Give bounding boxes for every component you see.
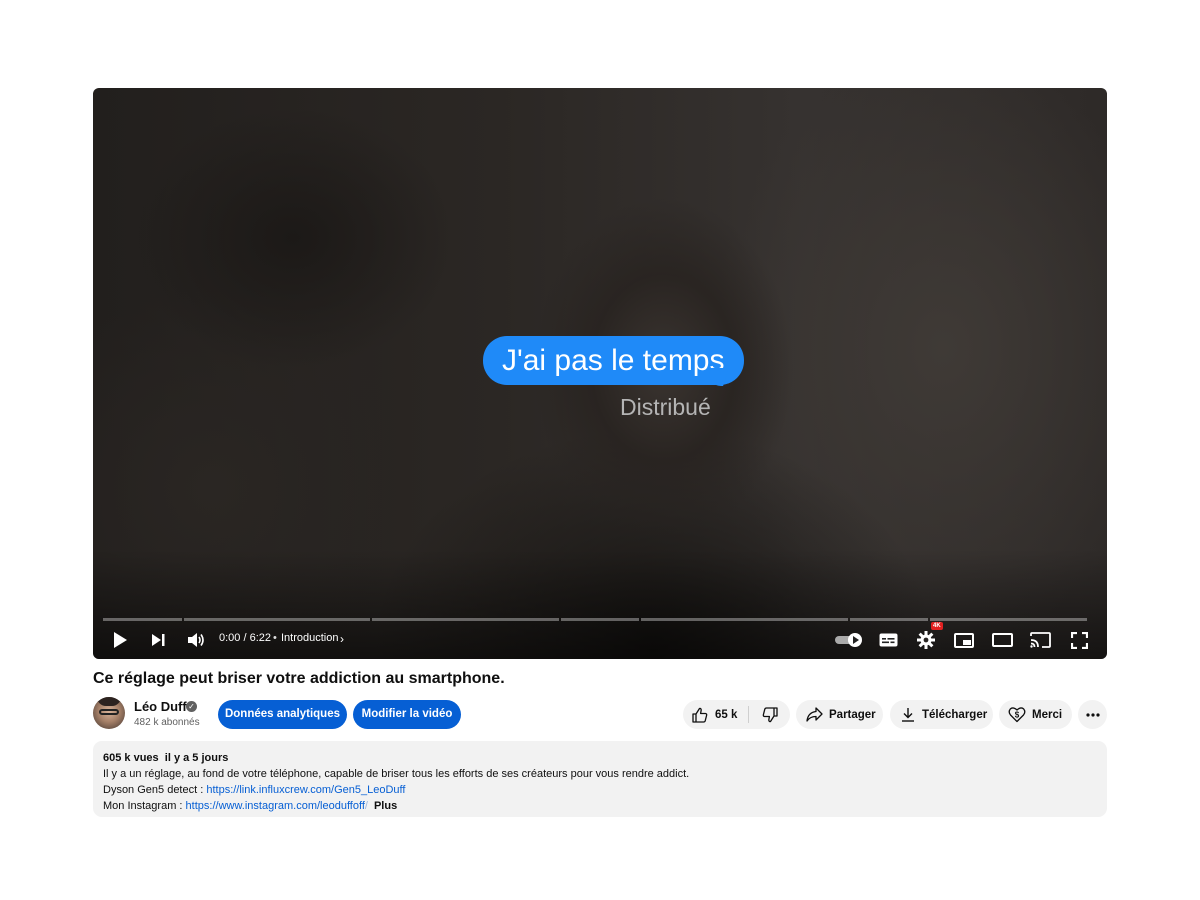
like-count: 65 k (715, 708, 738, 721)
thanks-icon: $ (1008, 707, 1026, 723)
like-icon (692, 707, 708, 723)
like-button[interactable]: 65 k (683, 700, 747, 729)
like-dislike-group: 65 k (683, 700, 790, 729)
subtitles-button[interactable] (877, 626, 899, 654)
description-box[interactable]: 605 k vues il y a 5 jours Il y a un régl… (93, 741, 1107, 817)
video-title: Ce réglage peut briser votre addiction a… (93, 670, 505, 687)
progress-segment[interactable] (849, 618, 929, 621)
cast-button[interactable] (1029, 626, 1051, 654)
miniplayer-icon (954, 632, 974, 648)
instagram-link[interactable]: https://www.instagram.com/leoduffoff (186, 800, 365, 812)
more-actions-button[interactable] (1078, 700, 1107, 729)
channel-avatar[interactable] (93, 697, 125, 729)
share-label: Partager (829, 708, 876, 721)
quality-badge: 4K (931, 622, 943, 630)
autoplay-toggle[interactable] (835, 633, 863, 647)
share-icon (806, 707, 823, 722)
play-button[interactable] (109, 626, 131, 654)
channel-name[interactable]: Léo Duff (134, 699, 187, 714)
message-bubble: J'ai pas le temps (483, 336, 744, 385)
progress-bar[interactable] (103, 618, 1097, 621)
play-icon (114, 632, 127, 648)
progress-segment[interactable] (930, 618, 1088, 621)
verified-icon: ✓ (186, 701, 197, 712)
upload-date: il y a 5 jours (164, 752, 229, 764)
dislike-icon (762, 706, 778, 722)
volume-icon (188, 633, 204, 647)
analytics-button[interactable]: Données analytiques (218, 700, 347, 729)
sponsor-label: Dyson Gen5 detect : (103, 784, 207, 796)
miniplayer-button[interactable] (953, 626, 975, 654)
instagram-label: Mon Instagram : (103, 800, 186, 812)
volume-button[interactable] (185, 626, 207, 654)
video-player[interactable]: J'ai pas le temps Distribué 0:00 / 6:22 … (93, 88, 1107, 659)
progress-segment[interactable] (560, 618, 640, 621)
chapter-separator: • (273, 632, 277, 644)
instagram-link-fade: / (364, 800, 368, 812)
progress-segment[interactable] (103, 618, 182, 621)
thanks-button[interactable]: $ Merci (999, 700, 1072, 729)
next-button[interactable] (147, 626, 169, 654)
progress-segment[interactable] (183, 618, 371, 621)
svg-text:$: $ (1015, 711, 1020, 720)
progress-segment[interactable] (372, 618, 559, 621)
next-icon (152, 634, 165, 646)
theater-icon (991, 633, 1013, 647)
cast-icon (1029, 632, 1051, 648)
theater-mode-button[interactable] (991, 626, 1013, 654)
settings-icon (917, 631, 935, 649)
progress-segment[interactable] (641, 618, 848, 621)
avatar-glasses (99, 709, 119, 715)
more-icon (1085, 712, 1100, 717)
avatar-hair (97, 697, 121, 706)
time-display: 0:00 / 6:22 (219, 632, 271, 644)
settings-button[interactable] (915, 626, 937, 654)
chapter-title[interactable]: Introduction (281, 632, 338, 644)
chevron-right-icon[interactable]: › (340, 632, 344, 646)
sponsor-link[interactable]: https://link.influxcrew.com/Gen5_LeoDuff (206, 784, 405, 796)
dislike-button[interactable] (749, 700, 790, 729)
message-status: Distribué (620, 394, 711, 420)
subscriber-count: 482 k abonnés (134, 717, 200, 728)
thanks-label: Merci (1032, 708, 1063, 721)
download-icon (902, 708, 914, 722)
fullscreen-icon (1070, 631, 1088, 649)
subtitles-icon (879, 633, 897, 647)
share-button[interactable]: Partager (796, 700, 883, 729)
show-more-button[interactable]: Plus (374, 800, 397, 812)
download-button[interactable]: Télécharger (890, 700, 993, 729)
instagram-line: Mon Instagram : https://www.instagram.co… (103, 798, 1097, 814)
description-line: Il y a un réglage, au fond de votre télé… (103, 768, 690, 780)
edit-video-button[interactable]: Modifier la vidéo (353, 700, 461, 729)
autoplay-knob (848, 633, 862, 647)
description-meta: 605 k vues il y a 5 jours (103, 750, 1097, 766)
player-controls: 0:00 / 6:22 • Introduction › 4K (93, 622, 1107, 654)
view-count: 605 k vues (103, 752, 159, 764)
download-label: Télécharger (922, 708, 988, 721)
fullscreen-button[interactable] (1068, 626, 1090, 654)
sponsor-line: Dyson Gen5 detect : https://link.influxc… (103, 782, 1097, 798)
